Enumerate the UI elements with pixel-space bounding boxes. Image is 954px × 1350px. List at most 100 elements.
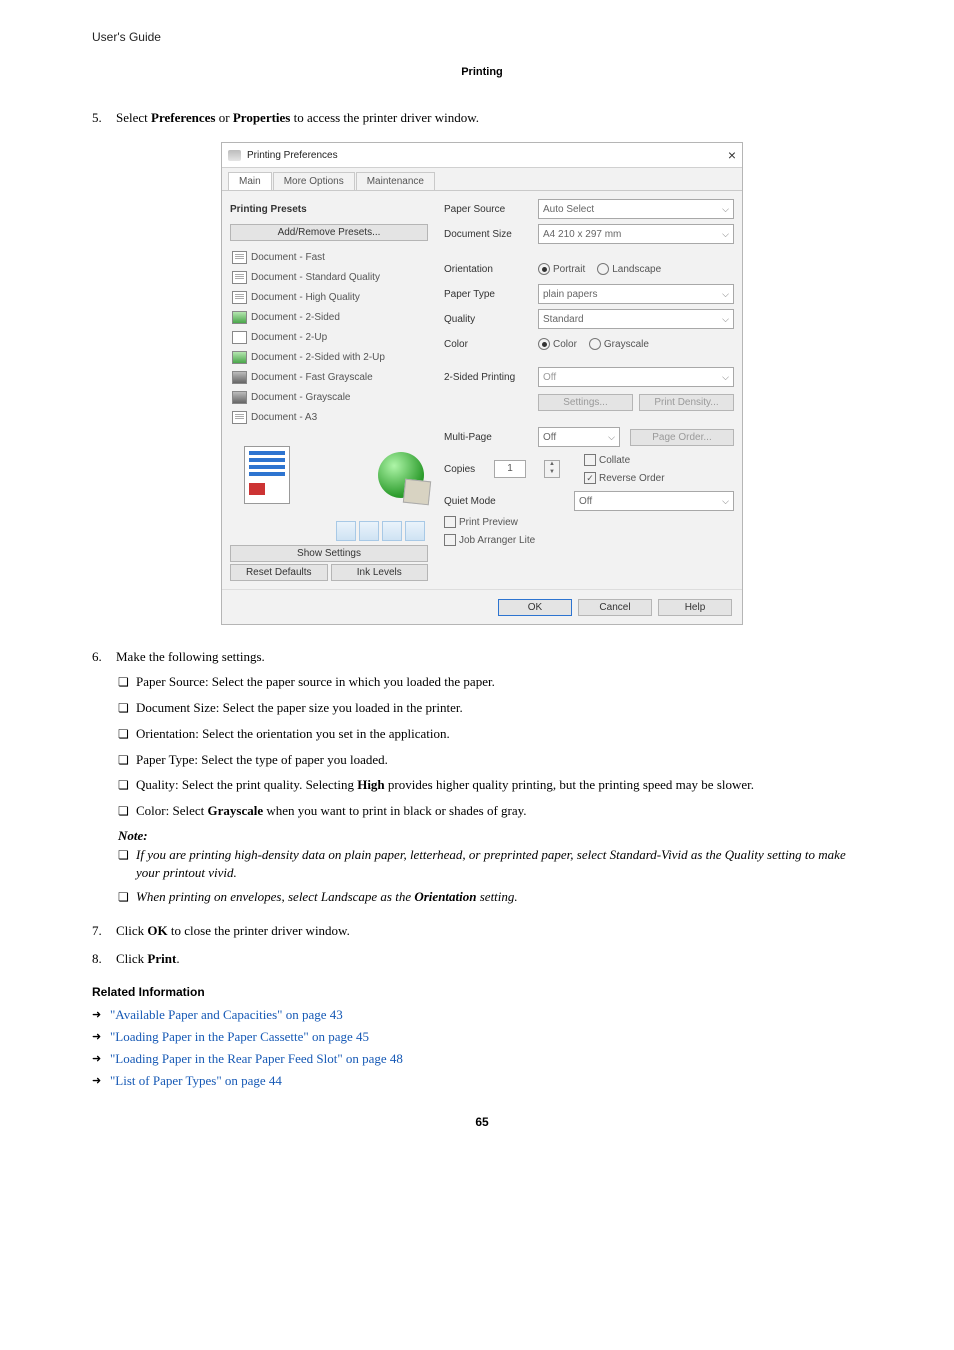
related-link[interactable]: "Loading Paper in the Rear Paper Feed Sl… [110,1051,403,1066]
doc-icon [232,291,247,304]
job-arranger-checkbox[interactable]: Job Arranger Lite [444,534,535,546]
t: Preferences [151,110,215,125]
help-button[interactable]: Help [658,599,732,616]
note-label: Note: [118,828,872,844]
gray-icon [232,371,247,384]
doc-icon [232,411,247,424]
cancel-button[interactable]: Cancel [578,599,652,616]
two-up-icon [232,331,247,344]
color-radio[interactable]: Color [538,338,577,350]
list-item: Quality: Select the print quality. Selec… [118,776,872,795]
eco-icon [232,311,247,324]
ok-button[interactable]: OK [498,599,572,616]
preset-item[interactable]: Document - Standard Quality [230,267,428,287]
presets-title: Printing Presets [230,204,307,215]
section-title: Printing [92,66,872,78]
sheet-preview-icon [244,446,290,504]
ink-thumbs [230,521,425,541]
tab-maintenance[interactable]: Maintenance [356,172,435,190]
link-item: "Available Paper and Capacities" on page… [92,1007,872,1023]
close-icon[interactable]: × [728,147,736,163]
add-remove-presets-button[interactable]: Add/Remove Presets... [230,224,428,241]
link-item: "List of Paper Types" on page 44 [92,1073,872,1089]
related-link[interactable]: "List of Paper Types" on page 44 [110,1073,282,1088]
paper-type-label: Paper Type [444,289,538,300]
quality-select[interactable]: Standard⌵ [538,309,734,329]
guide-header: User's Guide [92,30,872,44]
quality-label: Quality [444,314,538,325]
doc-size-label: Document Size [444,229,538,240]
step-num: 6. [92,649,116,665]
quiet-mode-select[interactable]: Off⌵ [574,491,734,511]
preset-item[interactable]: Document - Fast [230,247,428,267]
preset-item[interactable]: Document - 2-Sided with 2-Up [230,347,428,367]
printing-prefs-dialog: Printing Preferences × Main More Options… [221,142,743,625]
globe-icon [378,452,424,498]
list-item: Document Size: Select the paper size you… [118,699,872,718]
landscape-radio[interactable]: Landscape [597,263,661,275]
show-settings-button[interactable]: Show Settings [230,545,428,562]
chevron-down-icon: ⌵ [608,432,615,443]
t: Properties [233,110,291,125]
doc-icon [232,271,247,284]
chevron-down-icon: ⌵ [722,229,729,240]
page-number: 65 [92,1115,872,1129]
chevron-down-icon: ⌵ [722,496,729,507]
preset-item[interactable]: Document - Grayscale [230,387,428,407]
list-item: Paper Source: Select the paper source in… [118,673,872,692]
doc-size-select[interactable]: A4 210 x 297 mm⌵ [538,224,734,244]
gray-icon [232,391,247,404]
print-density-button[interactable]: Print Density... [639,394,734,411]
chevron-down-icon: ⌵ [722,314,729,325]
list-item: Color: Select Grayscale when you want to… [118,802,872,821]
t: Make the following settings. [116,649,872,665]
preset-item[interactable]: Document - Fast Grayscale [230,367,428,387]
reset-defaults-button[interactable]: Reset Defaults [230,564,328,581]
step-num: 5. [92,110,116,126]
preset-item[interactable]: Document - High Quality [230,287,428,307]
page-order-button[interactable]: Page Order... [630,429,734,446]
portrait-radio[interactable]: Portrait [538,263,585,275]
related-link[interactable]: "Loading Paper in the Paper Cassette" on… [110,1029,369,1044]
ink-levels-button[interactable]: Ink Levels [331,564,429,581]
link-item: "Loading Paper in the Paper Cassette" on… [92,1029,872,1045]
related-link[interactable]: "Available Paper and Capacities" on page… [110,1007,343,1022]
doc-icon [232,251,247,264]
list-item: Orientation: Select the orientation you … [118,725,872,744]
t: or [216,110,233,125]
reverse-order-checkbox[interactable]: ✓Reverse Order [584,472,665,484]
link-item: "Loading Paper in the Rear Paper Feed Sl… [92,1051,872,1067]
twosided-select[interactable]: Off⌵ [538,367,734,387]
preset-item[interactable]: Document - 2-Sided [230,307,428,327]
orientation-label: Orientation [444,264,538,275]
t: Select [116,110,151,125]
printer-icon [228,150,241,161]
copies-input[interactable]: 1 [494,460,526,478]
paper-type-select[interactable]: plain papers⌵ [538,284,734,304]
tab-more-options[interactable]: More Options [273,172,355,190]
tab-main[interactable]: Main [228,172,272,190]
note-item: When printing on envelopes, select Lands… [118,888,872,906]
collate-checkbox[interactable]: Collate [584,454,630,466]
copies-label: Copies [444,464,494,475]
multipage-select[interactable]: Off⌵ [538,427,620,447]
related-info-title: Related Information [92,985,872,999]
color-label: Color [444,339,538,350]
note-item: If you are printing high-density data on… [118,846,872,882]
print-preview-checkbox[interactable]: Print Preview [444,516,518,528]
paper-source-select[interactable]: Auto Select⌵ [538,199,734,219]
twosided-label: 2-Sided Printing [444,372,538,383]
preset-item[interactable]: Document - 2-Up [230,327,428,347]
settings-button[interactable]: Settings... [538,394,633,411]
multipage-label: Multi-Page [444,432,538,443]
step-num: 8. [92,951,116,967]
copies-stepper[interactable]: ▲▼ [544,460,560,478]
step-6: 6. Make the following settings. [92,649,872,665]
chevron-down-icon: ⌵ [722,372,729,383]
preset-item[interactable]: Document - A3 [230,407,428,427]
t: to access the printer driver window. [290,110,479,125]
quiet-mode-label: Quiet Mode [444,496,514,507]
grayscale-radio[interactable]: Grayscale [589,338,649,350]
preview-box [230,431,428,519]
dialog-title: Printing Preferences [247,150,338,161]
